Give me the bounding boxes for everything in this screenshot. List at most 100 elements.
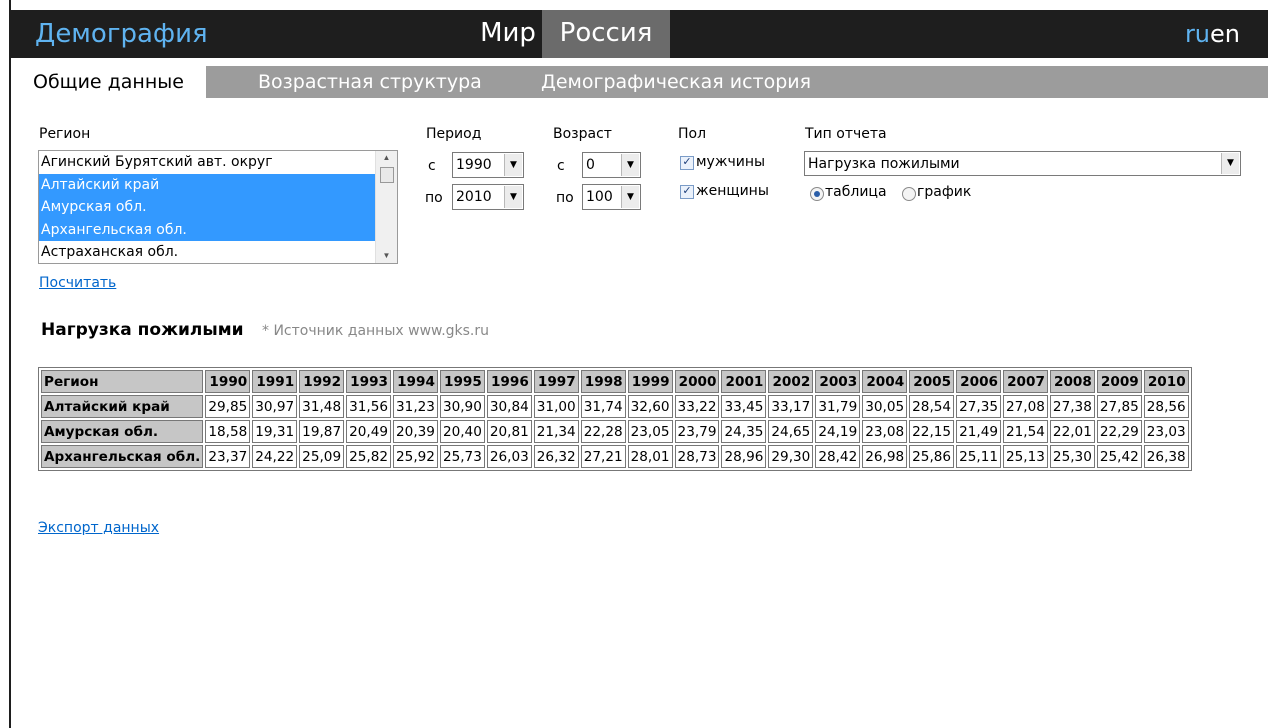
region-option[interactable]: Агинский Бурятский авт. округ (39, 151, 375, 174)
year-column-header: 1995 (439, 370, 485, 393)
value-cell: 33,22 (674, 395, 720, 418)
value-cell: 28,54 (909, 395, 955, 418)
view-table-radio[interactable] (810, 187, 824, 201)
period-from-select[interactable]: 1990 ▼ (452, 152, 524, 178)
value-cell: 20,81 (486, 420, 532, 443)
value-cell: 25,82 (346, 445, 392, 468)
year-column-header: 2008 (1049, 370, 1095, 393)
calculate-link[interactable]: Посчитать (39, 275, 116, 291)
region-option-selected[interactable]: Алтайский край (39, 173, 375, 197)
age-to-select[interactable]: 100 ▼ (582, 184, 641, 210)
value-cell: 19,31 (252, 420, 298, 443)
year-column-header: 2001 (721, 370, 767, 393)
value-cell: 24,35 (721, 420, 767, 443)
subtab-general[interactable]: Общие данные (11, 66, 206, 98)
year-column-header: 1999 (627, 370, 673, 393)
region-option-selected[interactable]: Архангельская обл. (39, 218, 375, 242)
region-option-selected[interactable]: Амурская обл. (39, 196, 375, 219)
value-cell: 29,85 (205, 395, 251, 418)
value-cell: 19,87 (299, 420, 345, 443)
period-to-select[interactable]: 2010 ▼ (452, 184, 524, 210)
female-checkbox[interactable]: ✓ (680, 185, 694, 199)
subtab-age-structure[interactable]: Возрастная структура (258, 66, 482, 98)
year-column-header: 2010 (1143, 370, 1189, 393)
scroll-up-icon[interactable]: ▲ (376, 151, 397, 165)
chevron-down-icon[interactable]: ▼ (504, 186, 522, 208)
sex-label: Пол (678, 126, 707, 142)
period-to-value: 2010 (456, 189, 492, 205)
value-cell: 31,23 (393, 395, 438, 418)
value-cell: 25,30 (1049, 445, 1095, 468)
value-cell: 24,22 (252, 445, 298, 468)
value-cell: 23,08 (862, 420, 908, 443)
year-column-header: 2003 (815, 370, 861, 393)
value-cell: 25,11 (956, 445, 1001, 468)
value-cell: 28,42 (815, 445, 861, 468)
report-table: Регион 1990 1991 1992 1993 1994 1995 1996 1997 1… (38, 367, 1192, 471)
year-column-header: 1991 (252, 370, 298, 393)
tab-russia[interactable]: Россия (542, 10, 670, 58)
value-cell: 28,56 (1143, 395, 1189, 418)
value-cell: 25,73 (439, 445, 485, 468)
age-to-value: 100 (586, 189, 613, 205)
year-column-header: 2005 (909, 370, 955, 393)
period-to-label: по (425, 190, 443, 206)
value-cell: 31,79 (815, 395, 861, 418)
region-scrollbar[interactable]: ▲ ▼ (375, 151, 397, 263)
value-cell: 27,35 (956, 395, 1001, 418)
value-cell: 30,05 (862, 395, 908, 418)
value-cell: 31,74 (580, 395, 626, 418)
export-data-link[interactable]: Экспорт данных (38, 520, 159, 536)
age-from-value: 0 (586, 157, 595, 173)
value-cell: 26,03 (486, 445, 532, 468)
value-cell: 27,08 (1003, 395, 1048, 418)
period-label: Период (426, 126, 482, 142)
view-table-label: таблица (825, 184, 887, 200)
value-cell: 25,86 (909, 445, 955, 468)
view-chart-radio[interactable] (902, 187, 916, 201)
year-column-header: 1998 (580, 370, 626, 393)
chevron-down-icon[interactable]: ▼ (504, 154, 522, 176)
male-checkbox[interactable]: ✓ (680, 156, 694, 170)
chevron-down-icon[interactable]: ▼ (1221, 153, 1239, 174)
value-cell: 24,65 (768, 420, 814, 443)
value-cell: 27,21 (580, 445, 626, 468)
scroll-down-icon[interactable]: ▼ (376, 249, 397, 263)
table-row: Алтайский край 29,85 30,97 31,48 31,56 31,23 3… (41, 395, 1189, 418)
year-column-header: 1990 (205, 370, 251, 393)
value-cell: 21,54 (1003, 420, 1048, 443)
value-cell: 23,37 (205, 445, 251, 468)
lang-en-link[interactable]: en (1210, 20, 1240, 48)
year-column-header: 2004 (862, 370, 908, 393)
value-cell: 28,96 (721, 445, 767, 468)
page-left-border (9, 0, 11, 728)
brand-title[interactable]: Демография (35, 19, 208, 49)
region-option[interactable]: Астраханская обл. (39, 241, 375, 264)
age-from-select[interactable]: 0 ▼ (582, 152, 641, 178)
age-from-label: с (557, 158, 565, 174)
chevron-down-icon[interactable]: ▼ (621, 154, 639, 176)
value-cell: 26,38 (1143, 445, 1189, 468)
year-column-header: 2000 (674, 370, 720, 393)
value-cell: 25,09 (299, 445, 345, 468)
year-column-header: 2009 (1096, 370, 1142, 393)
report-type-select[interactable]: Нагрузка пожилыми ▼ (804, 151, 1241, 176)
scroll-thumb[interactable] (380, 167, 394, 183)
tab-world[interactable]: Мир (468, 10, 548, 58)
value-cell: 25,13 (1003, 445, 1048, 468)
report-type-label: Тип отчета (805, 126, 887, 142)
value-cell: 33,17 (768, 395, 814, 418)
chevron-down-icon[interactable]: ▼ (621, 186, 639, 208)
value-cell: 23,79 (674, 420, 720, 443)
value-cell: 30,84 (486, 395, 532, 418)
subtab-demographic-history[interactable]: Демографическая история (541, 66, 811, 98)
value-cell: 30,90 (439, 395, 485, 418)
value-cell: 31,48 (299, 395, 345, 418)
view-chart-label: график (917, 184, 972, 200)
value-cell: 30,97 (252, 395, 298, 418)
region-listbox[interactable]: Агинский Бурятский авт. округ Алтайский … (38, 150, 398, 264)
year-column-header: 1993 (346, 370, 392, 393)
value-cell: 21,49 (956, 420, 1001, 443)
lang-ru-link[interactable]: ru (1185, 20, 1210, 48)
value-cell: 25,92 (393, 445, 438, 468)
